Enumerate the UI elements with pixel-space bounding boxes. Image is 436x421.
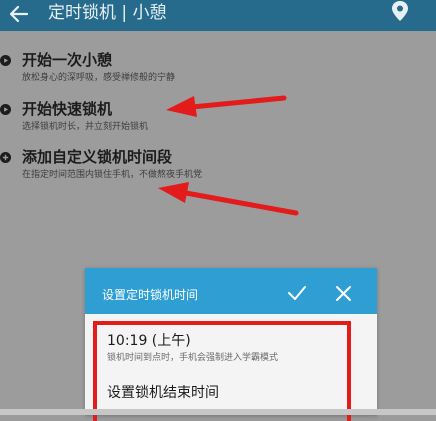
close-icon[interactable]: [335, 285, 352, 302]
screen-bottom-edge: [0, 409, 436, 415]
lock-start-time-desc: 锁机时间到点时，手机会强制进入学霸模式: [107, 353, 279, 363]
dialog-title: 设置定时锁机时间: [102, 288, 199, 302]
annotation-arrow: [158, 182, 299, 216]
check-icon[interactable]: [287, 284, 307, 302]
set-lock-end-time[interactable]: 设置锁机结束时间: [107, 384, 219, 402]
lock-start-time[interactable]: 10:19 (上午): [107, 332, 191, 350]
annotation-arrow: [166, 95, 287, 117]
dialog-body: 10:19 (上午) 锁机时间到点时，手机会强制进入学霸模式 设置锁机结束时间: [85, 314, 377, 421]
dialog-header: 设置定时锁机时间: [85, 268, 377, 314]
set-lock-time-dialog: 设置定时锁机时间 10:19 (上午) 锁机时间到点时，手机会强制进入学霸模式 …: [85, 268, 377, 421]
